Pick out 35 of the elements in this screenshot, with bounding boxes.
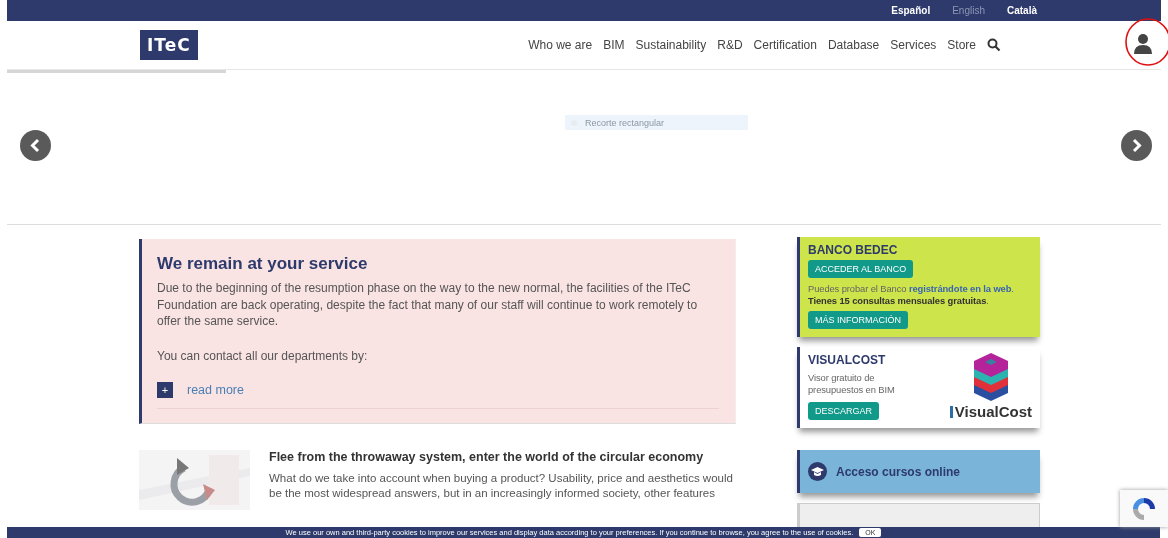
- nav-link[interactable]: Store: [947, 38, 976, 52]
- read-more-link[interactable]: read more: [187, 383, 244, 397]
- nav-link[interactable]: Services: [890, 38, 937, 52]
- card-text: Visor gratuito de presupuestos en BIM: [808, 372, 896, 396]
- search-icon[interactable]: [987, 38, 1001, 52]
- expand-button[interactable]: +: [157, 382, 173, 398]
- nav-link[interactable]: BIM: [603, 38, 625, 52]
- snip-hint: Recorte rectangular: [585, 117, 665, 128]
- card-text: Puedes probar el Banco registrándote en la web. Tienes 15 consultas mensuales gratuitas.: [808, 283, 1015, 307]
- logo[interactable]: ITeC: [140, 30, 198, 60]
- graduation-cap-icon: [808, 462, 827, 481]
- nav-link[interactable]: Database: [827, 38, 880, 52]
- article-text: What do we take into account when buying a product? Usability, price and aesthetics would be the most widespread answers, but in an increasingly informed society, other features: [269, 471, 734, 501]
- nav-link[interactable]: R&D: [717, 38, 743, 52]
- more-info-button[interactable]: MÁS INFORMACIÓN: [808, 311, 908, 329]
- notice-text: You can contact all our departments by:: [157, 347, 369, 364]
- card-title: VISUALCOST: [808, 353, 887, 367]
- nav-link[interactable]: Certification: [753, 38, 817, 52]
- language-link[interactable]: Español: [891, 5, 931, 16]
- previous-button[interactable]: [20, 130, 51, 161]
- article-title[interactable]: Flee from the throwaway system, enter the world of the circular economy: [269, 450, 736, 464]
- language-link[interactable]: Català: [1007, 5, 1037, 16]
- brand-name: VisualCost: [954, 403, 1032, 420]
- nav-link[interactable]: Who we are: [528, 38, 593, 52]
- notice-text: Due to the beginning of the resumption phase on the way to the new normal, the facilities of the ITeC Foundation are back operating, despite the fact that many of our staff will continue to work remotely to offer the same service.: [157, 280, 699, 330]
- courses-card[interactable]: Acceso cursos online: [797, 450, 1040, 493]
- download-button[interactable]: DESCARGAR: [808, 402, 879, 420]
- nav-link[interactable]: Sustainability: [635, 38, 707, 52]
- access-button[interactable]: ACCEDER AL BANCO: [808, 260, 914, 278]
- card-title: BANCO BEDEC: [808, 243, 899, 257]
- language-link[interactable]: English: [952, 5, 985, 16]
- card-title: Acceso cursos online: [836, 464, 961, 479]
- user-icon[interactable]: [1133, 33, 1153, 55]
- notice-title: We remain at your service: [157, 254, 369, 274]
- next-button[interactable]: [1121, 130, 1152, 161]
